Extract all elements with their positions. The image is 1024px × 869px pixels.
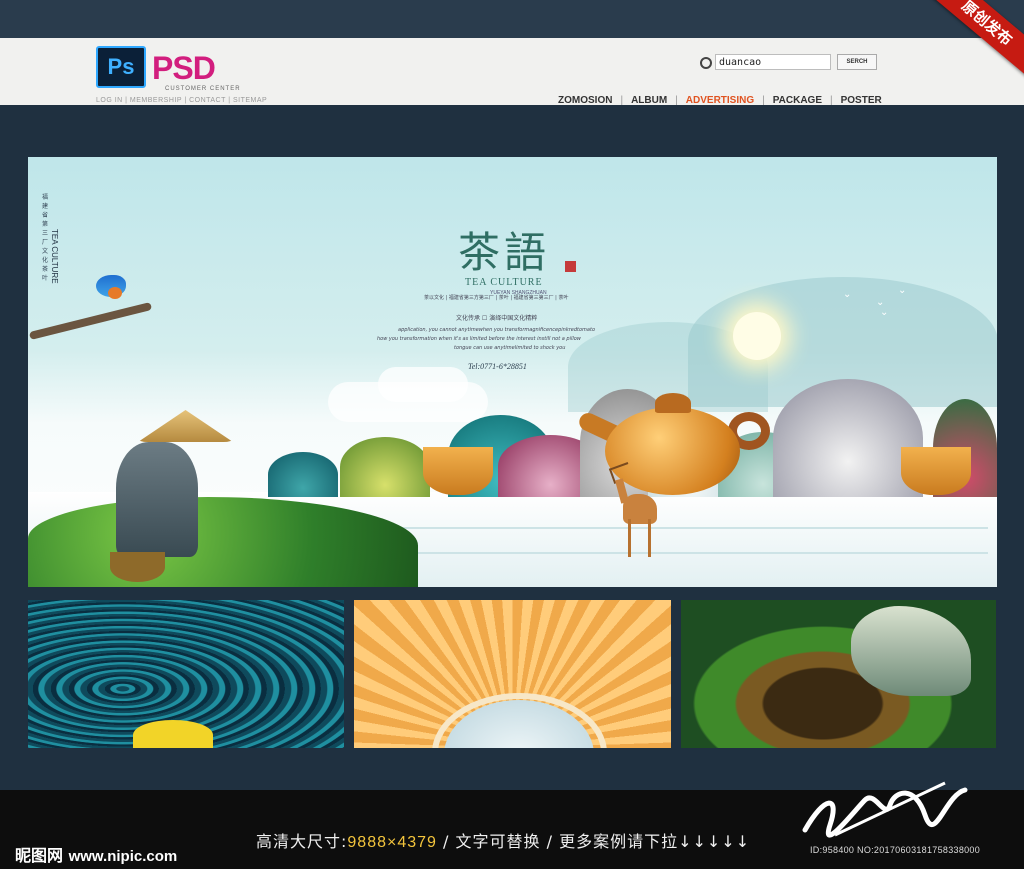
logo-subtext: CUSTOMER CENTER — [165, 86, 241, 92]
poster-subtitle: 文化传承 ☐ 演绎中国文化精粹 — [456, 315, 538, 322]
nav-separator: | — [830, 95, 833, 106]
leaf-shape — [851, 606, 971, 696]
poster-phone: Tel:0771-6*28851 — [468, 362, 527, 371]
photoshop-logo-icon[interactable]: Ps — [96, 46, 146, 88]
poster-body-line: tongue can use anytimelimited to shock y… — [454, 345, 566, 351]
nipic-brand[interactable]: 昵图网 www.nipic.com — [15, 842, 177, 866]
nav-separator: | — [675, 95, 678, 106]
bird-icon: ⌄ — [880, 307, 889, 318]
tea-cup-icon — [423, 447, 493, 495]
image-id: ID:958400 NO:20170603181758338000 — [810, 845, 981, 855]
caption-prefix: 高清大尺寸: — [256, 832, 348, 851]
detail-thumbnail-3[interactable] — [681, 600, 996, 748]
caption-size: 9888×4379 — [347, 834, 437, 851]
moon-icon — [733, 312, 781, 360]
top-band — [0, 0, 1024, 38]
footer-caption: 高清大尺寸:9888×4379 / 文字可替换 / 更多案例请下拉↓↓↓↓↓ — [256, 828, 750, 852]
cloud-shape — [378, 367, 468, 402]
tea-cup-icon — [901, 447, 971, 495]
kingfisher-belly — [108, 287, 122, 299]
nav-separator: | — [762, 95, 765, 106]
nav-item-package[interactable]: PACKAGE — [773, 95, 822, 106]
yellow-splash — [133, 720, 213, 748]
poster-title-chinese: 茶語 — [458, 228, 551, 277]
deer-leg — [648, 519, 651, 557]
teapot-lid — [655, 393, 691, 413]
tree-dome — [268, 452, 338, 497]
tea-basket — [110, 552, 165, 582]
brand-url[interactable]: www.nipic.com — [69, 848, 178, 865]
vertical-english-text: TEA CULTURE — [50, 229, 59, 284]
psd-logo-text[interactable]: PSD — [152, 50, 216, 87]
deer-leg — [628, 519, 631, 557]
tea-culture-poster[interactable]: ⌄ ⌄ ⌄ ⌄ 福建省第三厂文化茶叶 TEA CULTURE 茶語 TEA CU… — [28, 157, 997, 587]
water-line — [368, 552, 988, 554]
bird-icon: ⌄ — [843, 289, 852, 300]
poster-tagline: 茶以文化 | 福建省第三方第三厂 | 茶叶 | 福建省第三第三厂 | 茶叶 — [424, 295, 569, 301]
nav-separator: | — [620, 95, 624, 106]
red-seal-icon — [565, 261, 576, 272]
search-input[interactable] — [715, 54, 831, 70]
top-links[interactable]: LOG IN | MEMBERSHIP | CONTACT | SITEMAP — [96, 97, 267, 104]
tree-dome — [773, 379, 923, 497]
nav-item-advertising[interactable]: ADVERTISING — [686, 95, 754, 106]
brand-name: 昵图网 — [15, 846, 64, 865]
nav-item-poster[interactable]: POSTER — [841, 95, 882, 106]
teapot-icon — [605, 407, 740, 495]
bird-icon: ⌄ — [898, 285, 907, 296]
caption-suffix: / 文字可替换 / 更多案例请下拉↓↓↓↓↓ — [436, 832, 751, 851]
poster-title-english: TEA CULTURE — [465, 277, 543, 288]
poster-body-line: application, you cannot anytimewhen you … — [398, 327, 596, 333]
tea-farmer-figure — [116, 442, 198, 557]
tree-dome — [340, 437, 430, 497]
water-line — [328, 527, 988, 529]
detail-thumbnail-1[interactable] — [28, 600, 344, 748]
branch — [28, 301, 153, 341]
vertical-chinese-text: 福建省第三厂文化茶叶 — [42, 194, 49, 282]
signature-icon — [802, 781, 968, 838]
nav-item-zomosion[interactable]: ZOMOSION — [558, 95, 612, 106]
straw-hat-icon — [138, 410, 233, 442]
detail-thumbnail-2[interactable] — [354, 600, 671, 748]
search-button[interactable]: SERCH — [837, 54, 877, 70]
poster-body-line: how you transformation when it's as limi… — [377, 336, 581, 342]
main-nav: ZOMOSION | ALBUM | ADVERTISING | PACKAGE… — [558, 95, 882, 106]
search-icon[interactable] — [700, 57, 712, 69]
page: Ps PSD CUSTOMER CENTER LOG IN | MEMBERSH… — [0, 0, 1024, 869]
nav-item-album[interactable]: ALBUM — [631, 95, 667, 106]
